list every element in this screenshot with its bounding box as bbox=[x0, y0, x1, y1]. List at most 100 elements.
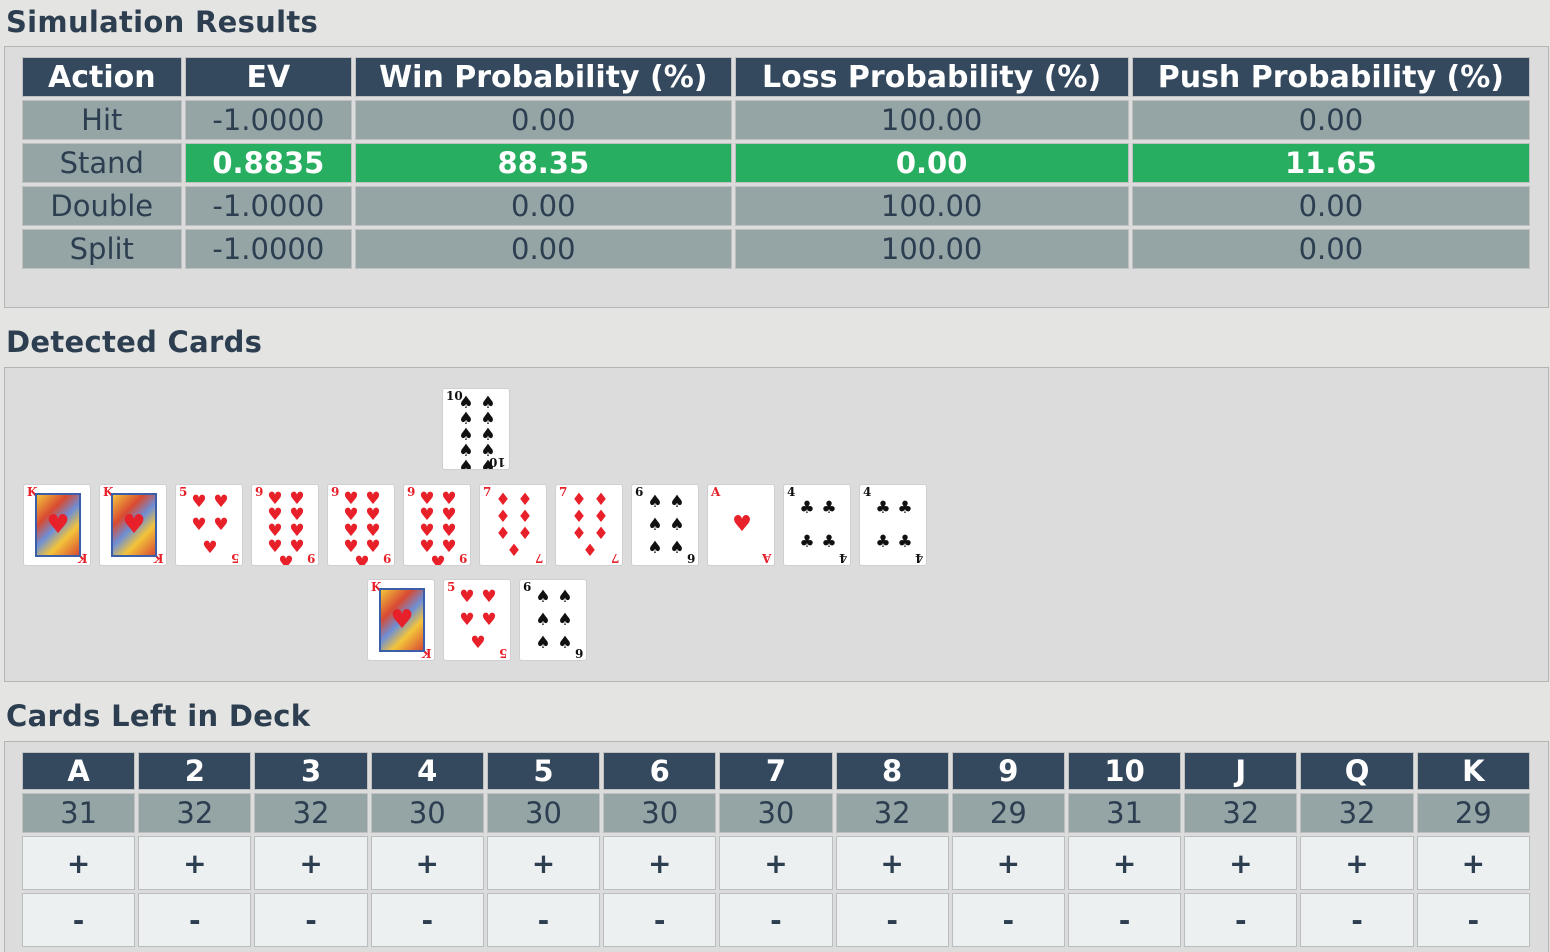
simulation-results-panel: Action EV Win Probability (%) Loss Proba… bbox=[4, 46, 1549, 308]
playing-card: 6 6 ♠ ♠ ♠ ♠ ♠ ♠ bbox=[519, 579, 587, 661]
ev-cell: -1.0000 bbox=[184, 100, 353, 140]
action-cell: Split bbox=[22, 229, 182, 269]
loss-cell: 100.00 bbox=[734, 186, 1129, 226]
remove-card-a-button[interactable]: - bbox=[22, 893, 136, 947]
add-card-7-button[interactable]: + bbox=[719, 836, 833, 890]
add-card-a-button[interactable]: + bbox=[22, 836, 136, 890]
add-card-9-button[interactable]: + bbox=[951, 836, 1065, 890]
face-card-icon: ♥ bbox=[111, 493, 157, 557]
card-rank: 4 bbox=[863, 485, 872, 499]
add-card-4-button[interactable]: + bbox=[370, 836, 484, 890]
playing-card: 9 9 ♥ ♥ ♥ ♥ ♥ ♥ ♥ ♥ ♥ bbox=[403, 484, 471, 566]
deck-rank-9: 9 bbox=[951, 752, 1065, 790]
hearts-suit-icon: ♥ ♥ ♥ ♥ ♥ ♥ ♥ ♥ ♥ bbox=[343, 489, 381, 566]
remove-card-q-button[interactable]: - bbox=[1300, 893, 1414, 947]
deck-count-j: 32 bbox=[1184, 793, 1298, 833]
win-cell: 0.00 bbox=[355, 186, 732, 226]
hearts-suit-icon: ♥ ♥ ♥ ♥ ♥ bbox=[191, 492, 229, 558]
card-rank: 4 bbox=[787, 485, 796, 499]
card-rank: A bbox=[711, 485, 721, 499]
deck-rank-6: 6 bbox=[603, 752, 717, 790]
simulation-results-title: Simulation Results bbox=[6, 5, 319, 39]
remove-card-10-button[interactable]: - bbox=[1067, 893, 1182, 947]
add-card-k-button[interactable]: + bbox=[1416, 836, 1530, 890]
add-card-10-button[interactable]: + bbox=[1067, 836, 1182, 890]
add-card-q-button[interactable]: + bbox=[1300, 836, 1414, 890]
loss-cell-best: 0.00 bbox=[734, 143, 1129, 183]
diamonds-suit-icon: ♦ ♦ ♦ ♦ ♦ ♦ ♦ bbox=[571, 489, 609, 561]
remove-card-k-button[interactable]: - bbox=[1416, 893, 1530, 947]
win-cell: 0.00 bbox=[355, 229, 732, 269]
ev-cell-best: 0.8835 bbox=[184, 143, 353, 183]
deck-count-3: 32 bbox=[254, 793, 368, 833]
playing-card: 5 5 ♥ ♥ ♥ ♥ ♥ bbox=[175, 484, 243, 566]
add-card-8-button[interactable]: + bbox=[835, 836, 949, 890]
playing-card: K K ♥ bbox=[367, 579, 435, 661]
clubs-suit-icon: ♣ ♣ ♣ ♣ bbox=[875, 498, 913, 552]
result-row-stand: Stand 0.8835 88.35 0.00 11.65 bbox=[22, 143, 1530, 183]
hearts-suit-icon: ♥ ♥ ♥ ♥ ♥ ♥ ♥ ♥ ♥ bbox=[419, 489, 457, 566]
deck-rank-7: 7 bbox=[719, 752, 833, 790]
result-row-split: Split -1.0000 0.00 100.00 0.00 bbox=[22, 229, 1530, 269]
playing-card: 10 10 ♠ ♠ ♠ ♠ ♠ ♠ ♠ ♠ ♠ ♠ bbox=[442, 388, 510, 470]
deck-rank-5: 5 bbox=[486, 752, 601, 790]
dealer-cards-row: 10 10 ♠ ♠ ♠ ♠ ♠ ♠ ♠ ♠ ♠ ♠ bbox=[442, 388, 510, 470]
deck-rank-3: 3 bbox=[254, 752, 368, 790]
spades-suit-icon: ♠ ♠ ♠ ♠ ♠ ♠ bbox=[647, 492, 685, 558]
deck-count-5: 30 bbox=[486, 793, 601, 833]
ev-cell: -1.0000 bbox=[184, 186, 353, 226]
cards-left-panel: A 2 3 4 5 6 7 8 9 10 J Q K 31 32 32 30 30 30 30 32 29 31 32 32 2… bbox=[4, 741, 1549, 952]
remove-card-5-button[interactable]: - bbox=[486, 893, 601, 947]
playing-card: 5 5 ♥ ♥ ♥ ♥ ♥ bbox=[443, 579, 511, 661]
playing-card: 7 7 ♦ ♦ ♦ ♦ ♦ ♦ ♦ bbox=[555, 484, 623, 566]
ev-cell: -1.0000 bbox=[184, 229, 353, 269]
remove-card-9-button[interactable]: - bbox=[951, 893, 1065, 947]
remove-card-3-button[interactable]: - bbox=[254, 893, 368, 947]
remove-card-7-button[interactable]: - bbox=[719, 893, 833, 947]
loss-cell: 100.00 bbox=[734, 229, 1129, 269]
remove-card-4-button[interactable]: - bbox=[370, 893, 484, 947]
deck-rank-10: 10 bbox=[1067, 752, 1182, 790]
add-card-3-button[interactable]: + bbox=[254, 836, 368, 890]
deck-count-a: 31 bbox=[22, 793, 136, 833]
deck-rank-4: 4 bbox=[370, 752, 484, 790]
card-rank: 7 bbox=[559, 485, 568, 499]
playing-card: A A ♥ bbox=[707, 484, 775, 566]
card-rank: 5 bbox=[179, 485, 188, 499]
detected-cards-title: Detected Cards bbox=[6, 325, 263, 359]
add-card-2-button[interactable]: + bbox=[138, 836, 252, 890]
playing-card: 9 9 ♥ ♥ ♥ ♥ ♥ ♥ ♥ ♥ ♥ bbox=[327, 484, 395, 566]
playing-card: K K ♥ bbox=[23, 484, 91, 566]
playing-card: 4 4 ♣ ♣ ♣ ♣ bbox=[859, 484, 927, 566]
remove-card-j-button[interactable]: - bbox=[1184, 893, 1298, 947]
card-rank: 9 bbox=[407, 485, 416, 499]
push-cell: 0.00 bbox=[1131, 100, 1530, 140]
playing-card: 9 9 ♥ ♥ ♥ ♥ ♥ ♥ ♥ ♥ ♥ bbox=[251, 484, 319, 566]
deck-minus-row: ------------- bbox=[22, 893, 1530, 947]
hearts-suit-icon: ♥ bbox=[732, 512, 752, 537]
player-cards-row: K K ♥ 5 5 ♥ ♥ ♥ ♥ ♥ 6 6 ♠ ♠ ♠ ♠ ♠ ♠ bbox=[367, 579, 587, 661]
win-cell: 0.00 bbox=[355, 100, 732, 140]
playing-card: 7 7 ♦ ♦ ♦ ♦ ♦ ♦ ♦ bbox=[479, 484, 547, 566]
deck-table: A 2 3 4 5 6 7 8 9 10 J Q K 31 32 32 30 30 30 30 32 29 31 32 32 2… bbox=[19, 749, 1533, 950]
add-card-5-button[interactable]: + bbox=[486, 836, 601, 890]
results-table: Action EV Win Probability (%) Loss Proba… bbox=[19, 54, 1533, 272]
remove-card-6-button[interactable]: - bbox=[603, 893, 717, 947]
header-loss-probability: Loss Probability (%) bbox=[734, 57, 1129, 97]
remove-card-2-button[interactable]: - bbox=[138, 893, 252, 947]
detected-cards-panel: 10 10 ♠ ♠ ♠ ♠ ♠ ♠ ♠ ♠ ♠ ♠ K K ♥ K K ♥ 5 5 ♥ ♥ ♥ ♥ ♥ 9 9 ♥ ♥ ♥ ♥ ♥ ♥ ♥ ♥ ♥ 9… bbox=[4, 367, 1549, 682]
add-card-6-button[interactable]: + bbox=[603, 836, 717, 890]
deck-rank-k: K bbox=[1416, 752, 1530, 790]
playing-card: 4 4 ♣ ♣ ♣ ♣ bbox=[783, 484, 851, 566]
add-card-j-button[interactable]: + bbox=[1184, 836, 1298, 890]
deck-count-k: 29 bbox=[1416, 793, 1530, 833]
card-rank: 6 bbox=[523, 580, 532, 594]
table-cards-row: K K ♥ K K ♥ 5 5 ♥ ♥ ♥ ♥ ♥ 9 9 ♥ ♥ ♥ ♥ ♥ ♥ ♥ ♥ ♥ 9 9 ♥ ♥ ♥ ♥ ♥ ♥ ♥ ♥ ♥ 9 9 ♥ ♥ ♥… bbox=[23, 484, 927, 566]
header-action: Action bbox=[22, 57, 182, 97]
header-ev: EV bbox=[184, 57, 353, 97]
deck-count-7: 30 bbox=[719, 793, 833, 833]
face-card-icon: ♥ bbox=[35, 493, 81, 557]
deck-count-q: 32 bbox=[1300, 793, 1414, 833]
deck-count-6: 30 bbox=[603, 793, 717, 833]
remove-card-8-button[interactable]: - bbox=[835, 893, 949, 947]
